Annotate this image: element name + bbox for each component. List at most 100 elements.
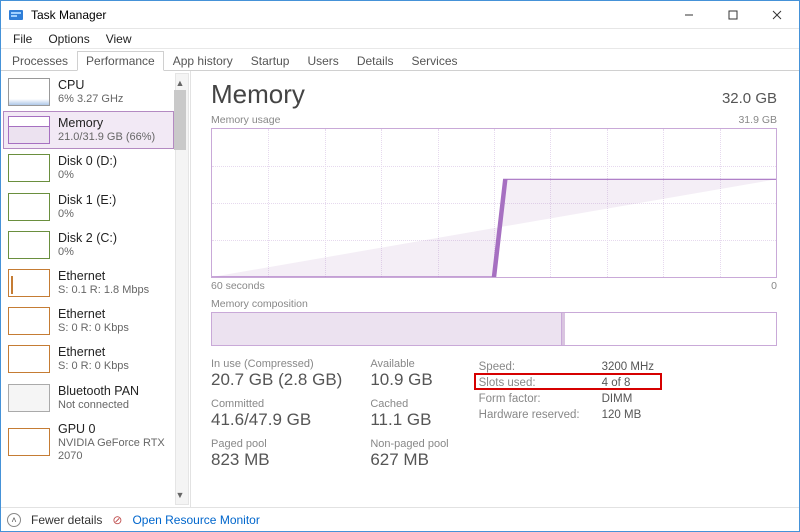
- minimize-button[interactable]: [667, 1, 711, 29]
- menu-file[interactable]: File: [5, 30, 40, 48]
- scroll-down-icon[interactable]: ▼: [174, 488, 186, 502]
- menubar: File Options View: [1, 29, 799, 49]
- total-capacity: 32.0 GB: [722, 90, 777, 107]
- task-manager-window: Task Manager File Options View Processes…: [0, 0, 800, 532]
- sidebar-item-subtitle: S: 0 R: 0 Kbps: [58, 360, 129, 373]
- committed-value: 41.6/47.9 GB: [211, 410, 342, 430]
- paged-label: Paged pool: [211, 438, 342, 450]
- window-title: Task Manager: [31, 8, 667, 22]
- memory-details-table: Speed:3200 MHz Slots used:4 of 8 Form fa…: [477, 358, 656, 424]
- close-button[interactable]: [755, 1, 799, 29]
- sidebar-item-title: Disk 2 (C:): [58, 231, 117, 246]
- sidebar-item-subtitle: 0%: [58, 169, 117, 182]
- sidebar-thumb-icon: [8, 78, 50, 106]
- tab-apphistory[interactable]: App history: [164, 51, 242, 71]
- sidebar-item-title: Disk 0 (D:): [58, 154, 117, 169]
- inuse-label: In use (Compressed): [211, 358, 342, 370]
- sidebar-thumb-icon: [8, 384, 50, 412]
- open-resource-monitor-link[interactable]: Open Resource Monitor: [132, 513, 259, 527]
- sidebar-item-title: GPU 0: [58, 422, 169, 437]
- available-value: 10.9 GB: [370, 370, 448, 390]
- usage-chart-label: Memory usage: [211, 114, 280, 126]
- sidebar-item-cpu-0[interactable]: CPU6% 3.27 GHz: [3, 73, 174, 111]
- sidebar-item-title: Ethernet: [58, 345, 129, 360]
- usage-chart-max: 31.9 GB: [738, 114, 777, 126]
- sidebar: CPU6% 3.27 GHzMemory21.0/31.9 GB (66%)Di…: [1, 71, 191, 507]
- sidebar-thumb-icon: [8, 428, 50, 456]
- sidebar-thumb-icon: [8, 116, 50, 144]
- form-label: Form factor:: [479, 392, 600, 406]
- sidebar-item-eth-7[interactable]: EthernetS: 0 R: 0 Kbps: [3, 340, 174, 378]
- stats-row: In use (Compressed) 20.7 GB (2.8 GB) Com…: [211, 358, 777, 470]
- cached-value: 11.1 GB: [370, 410, 448, 430]
- titlebar[interactable]: Task Manager: [1, 1, 799, 29]
- committed-label: Committed: [211, 398, 342, 410]
- nonpaged-label: Non-paged pool: [370, 438, 448, 450]
- sidebar-item-subtitle: 0%: [58, 208, 116, 221]
- sidebar-item-bt-8[interactable]: Bluetooth PANNot connected: [3, 379, 174, 417]
- sidebar-thumb-icon: [8, 154, 50, 182]
- sidebar-item-eth-9[interactable]: GPU 0NVIDIA GeForce RTX 2070: [3, 417, 174, 468]
- sidebar-item-subtitle: NVIDIA GeForce RTX 2070: [58, 437, 169, 463]
- resource-monitor-icon: ⊘: [112, 513, 122, 527]
- speed-value: 3200 MHz: [602, 360, 654, 374]
- inuse-value: 20.7 GB (2.8 GB): [211, 370, 342, 390]
- menu-options[interactable]: Options: [40, 30, 97, 48]
- tab-startup[interactable]: Startup: [242, 51, 299, 71]
- hw-value: 120 MB: [602, 408, 654, 422]
- nonpaged-value: 627 MB: [370, 450, 448, 470]
- main-panel: Memory 32.0 GB Memory usage 31.9 GB 60 s…: [191, 71, 799, 507]
- tab-users[interactable]: Users: [298, 51, 347, 71]
- menu-view[interactable]: View: [98, 30, 140, 48]
- sidebar-thumb-icon: [8, 307, 50, 335]
- sidebar-item-title: Disk 1 (E:): [58, 193, 116, 208]
- sidebar-thumb-icon: [8, 231, 50, 259]
- memory-usage-chart: [211, 128, 777, 278]
- sidebar-item-title: CPU: [58, 78, 123, 93]
- available-label: Available: [370, 358, 448, 370]
- sidebar-item-subtitle: 21.0/31.9 GB (66%): [58, 131, 155, 144]
- body: CPU6% 3.27 GHzMemory21.0/31.9 GB (66%)Di…: [1, 71, 799, 507]
- composition-label: Memory composition: [211, 298, 777, 310]
- x-axis-left: 60 seconds: [211, 280, 265, 292]
- sidebar-thumb-icon: [8, 193, 50, 221]
- sidebar-item-eth0-5[interactable]: EthernetS: 0.1 R: 1.8 Mbps: [3, 264, 174, 302]
- paged-value: 823 MB: [211, 450, 342, 470]
- chevron-up-icon[interactable]: ˄: [7, 513, 21, 527]
- scroll-up-icon[interactable]: ▲: [174, 76, 186, 90]
- sidebar-item-title: Ethernet: [58, 307, 129, 322]
- sidebar-thumb-icon: [8, 269, 50, 297]
- memory-composition-chart: [211, 312, 777, 346]
- sidebar-item-mem-1[interactable]: Memory21.0/31.9 GB (66%): [3, 111, 174, 149]
- tabbar: Processes Performance App history Startu…: [1, 49, 799, 71]
- sidebar-item-disk1-3[interactable]: Disk 1 (E:)0%: [3, 188, 174, 226]
- annotation-highlight: [474, 373, 662, 390]
- sidebar-list[interactable]: CPU6% 3.27 GHzMemory21.0/31.9 GB (66%)Di…: [1, 71, 190, 507]
- form-value: DIMM: [602, 392, 654, 406]
- composition-used: [212, 313, 562, 345]
- sidebar-item-title: Bluetooth PAN: [58, 384, 139, 399]
- sidebar-item-disk0-2[interactable]: Disk 0 (D:)0%: [3, 149, 174, 187]
- tab-performance[interactable]: Performance: [77, 51, 164, 71]
- sidebar-item-title: Ethernet: [58, 269, 149, 284]
- sidebar-item-disk2-4[interactable]: Disk 2 (C:)0%: [3, 226, 174, 264]
- page-title: Memory: [211, 79, 305, 110]
- sidebar-item-subtitle: 6% 3.27 GHz: [58, 93, 123, 106]
- sidebar-item-title: Memory: [58, 116, 155, 131]
- x-axis-right: 0: [771, 280, 777, 292]
- tab-details[interactable]: Details: [348, 51, 403, 71]
- composition-marker: [562, 313, 565, 345]
- sidebar-item-subtitle: S: 0 R: 0 Kbps: [58, 322, 129, 335]
- sidebar-item-subtitle: Not connected: [58, 399, 139, 412]
- tab-services[interactable]: Services: [403, 51, 467, 71]
- footer: ˄ Fewer details ⊘ Open Resource Monitor: [1, 507, 799, 531]
- speed-label: Speed:: [479, 360, 600, 374]
- hw-label: Hardware reserved:: [479, 408, 600, 422]
- maximize-button[interactable]: [711, 1, 755, 29]
- fewer-details-button[interactable]: Fewer details: [31, 513, 102, 527]
- scrollbar-thumb[interactable]: [174, 90, 186, 150]
- sidebar-item-eth-6[interactable]: EthernetS: 0 R: 0 Kbps: [3, 302, 174, 340]
- sidebar-item-subtitle: 0%: [58, 246, 117, 259]
- scrollbar-track[interactable]: ▲ ▼: [175, 73, 189, 505]
- tab-processes[interactable]: Processes: [3, 51, 77, 71]
